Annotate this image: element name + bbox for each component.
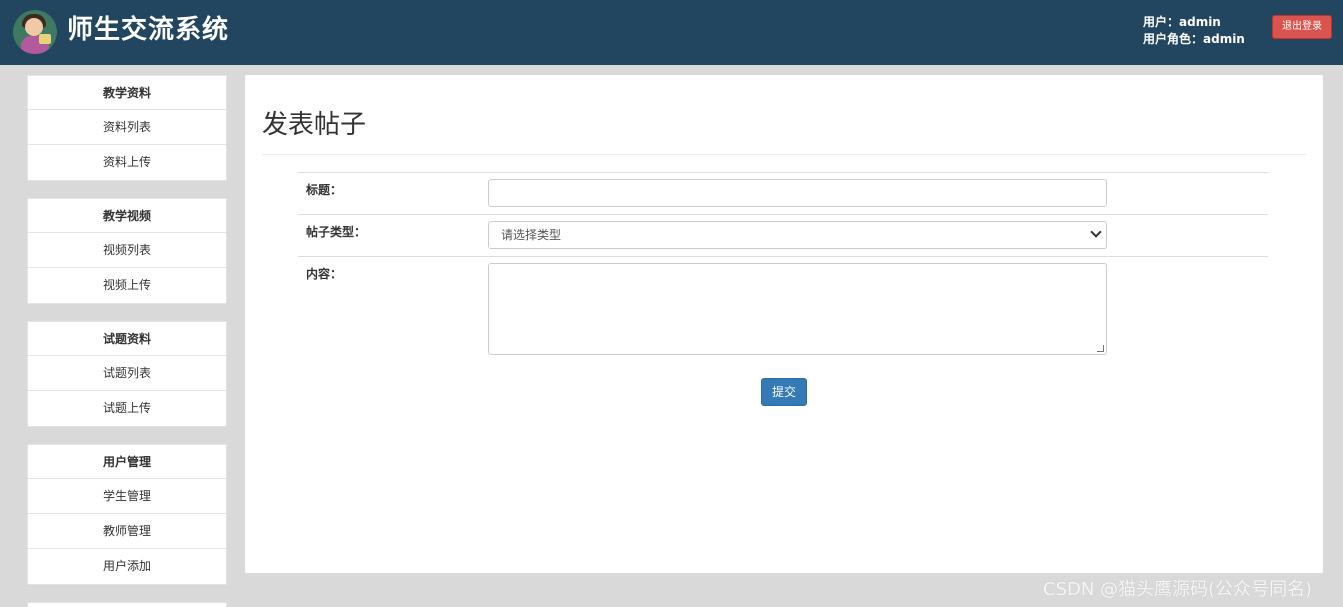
sidebar-group-title: 教学视频	[28, 199, 226, 233]
sidebar-item-user-add[interactable]: 用户添加	[28, 549, 226, 584]
app-logo	[13, 10, 57, 54]
title-divider	[262, 154, 1306, 155]
logout-button[interactable]: 退出登录	[1272, 15, 1332, 39]
sidebar-item-material-list[interactable]: 资料列表	[28, 110, 226, 145]
sidebar-item-video-upload[interactable]: 视频上传	[28, 268, 226, 303]
sidebar-item-exam-upload[interactable]: 试题上传	[28, 391, 226, 426]
sidebar-group-teaching-materials: 教学资料 资料列表 资料上传	[27, 75, 227, 181]
sidebar-group-partial	[27, 602, 227, 607]
sidebar-item-exam-list[interactable]: 试题列表	[28, 356, 226, 391]
post-type-select[interactable]: 请选择类型	[488, 221, 1107, 249]
sidebar-group-title: 试题资料	[28, 322, 226, 356]
watermark: CSDN @猫头鹰源码(公众号同名)	[1043, 579, 1313, 600]
sidebar-group-exam-materials: 试题资料 试题列表 试题上传	[27, 321, 227, 427]
user-info: 用户：admin 用户角色：admin	[1143, 14, 1245, 48]
title-label: 标题：	[306, 183, 343, 197]
content-label: 内容：	[306, 267, 343, 281]
form-row-type: 帖子类型： 请选择类型	[298, 214, 1268, 256]
sidebar-item-video-list[interactable]: 视频列表	[28, 233, 226, 268]
type-label: 帖子类型：	[306, 225, 367, 239]
post-type-selected: 请选择类型	[501, 228, 562, 242]
sidebar-item-material-upload[interactable]: 资料上传	[28, 145, 226, 180]
main-panel: 发表帖子 标题： 帖子类型： 请选择类型 内容： 提交	[245, 75, 1323, 573]
form-row-title: 标题：	[298, 172, 1268, 214]
user-name-text: 用户：admin	[1143, 15, 1221, 29]
sidebar-item-teacher-management[interactable]: 教师管理	[28, 514, 226, 549]
title-input[interactable]	[488, 179, 1107, 207]
top-header: 师生交流系统 用户：admin 用户角色：admin 退出登录	[0, 0, 1343, 65]
sidebar-group-title: 教学资料	[28, 76, 226, 110]
form-row-content: 内容：	[298, 256, 1268, 366]
resize-handle-icon[interactable]	[1097, 345, 1104, 352]
submit-button[interactable]: 提交	[761, 378, 807, 406]
app-title: 师生交流系统	[67, 15, 230, 45]
page-title: 发表帖子	[262, 110, 367, 140]
sidebar-group-user-management: 用户管理 学生管理 教师管理 用户添加	[27, 444, 227, 585]
sidebar-group-teaching-videos: 教学视频 视频列表 视频上传	[27, 198, 227, 304]
user-role-text: 用户角色：admin	[1143, 32, 1245, 46]
sidebar-group-title: 用户管理	[28, 445, 226, 479]
sidebar-item-student-management[interactable]: 学生管理	[28, 479, 226, 514]
content-textarea[interactable]	[488, 263, 1107, 355]
chevron-down-icon	[1090, 226, 1102, 238]
